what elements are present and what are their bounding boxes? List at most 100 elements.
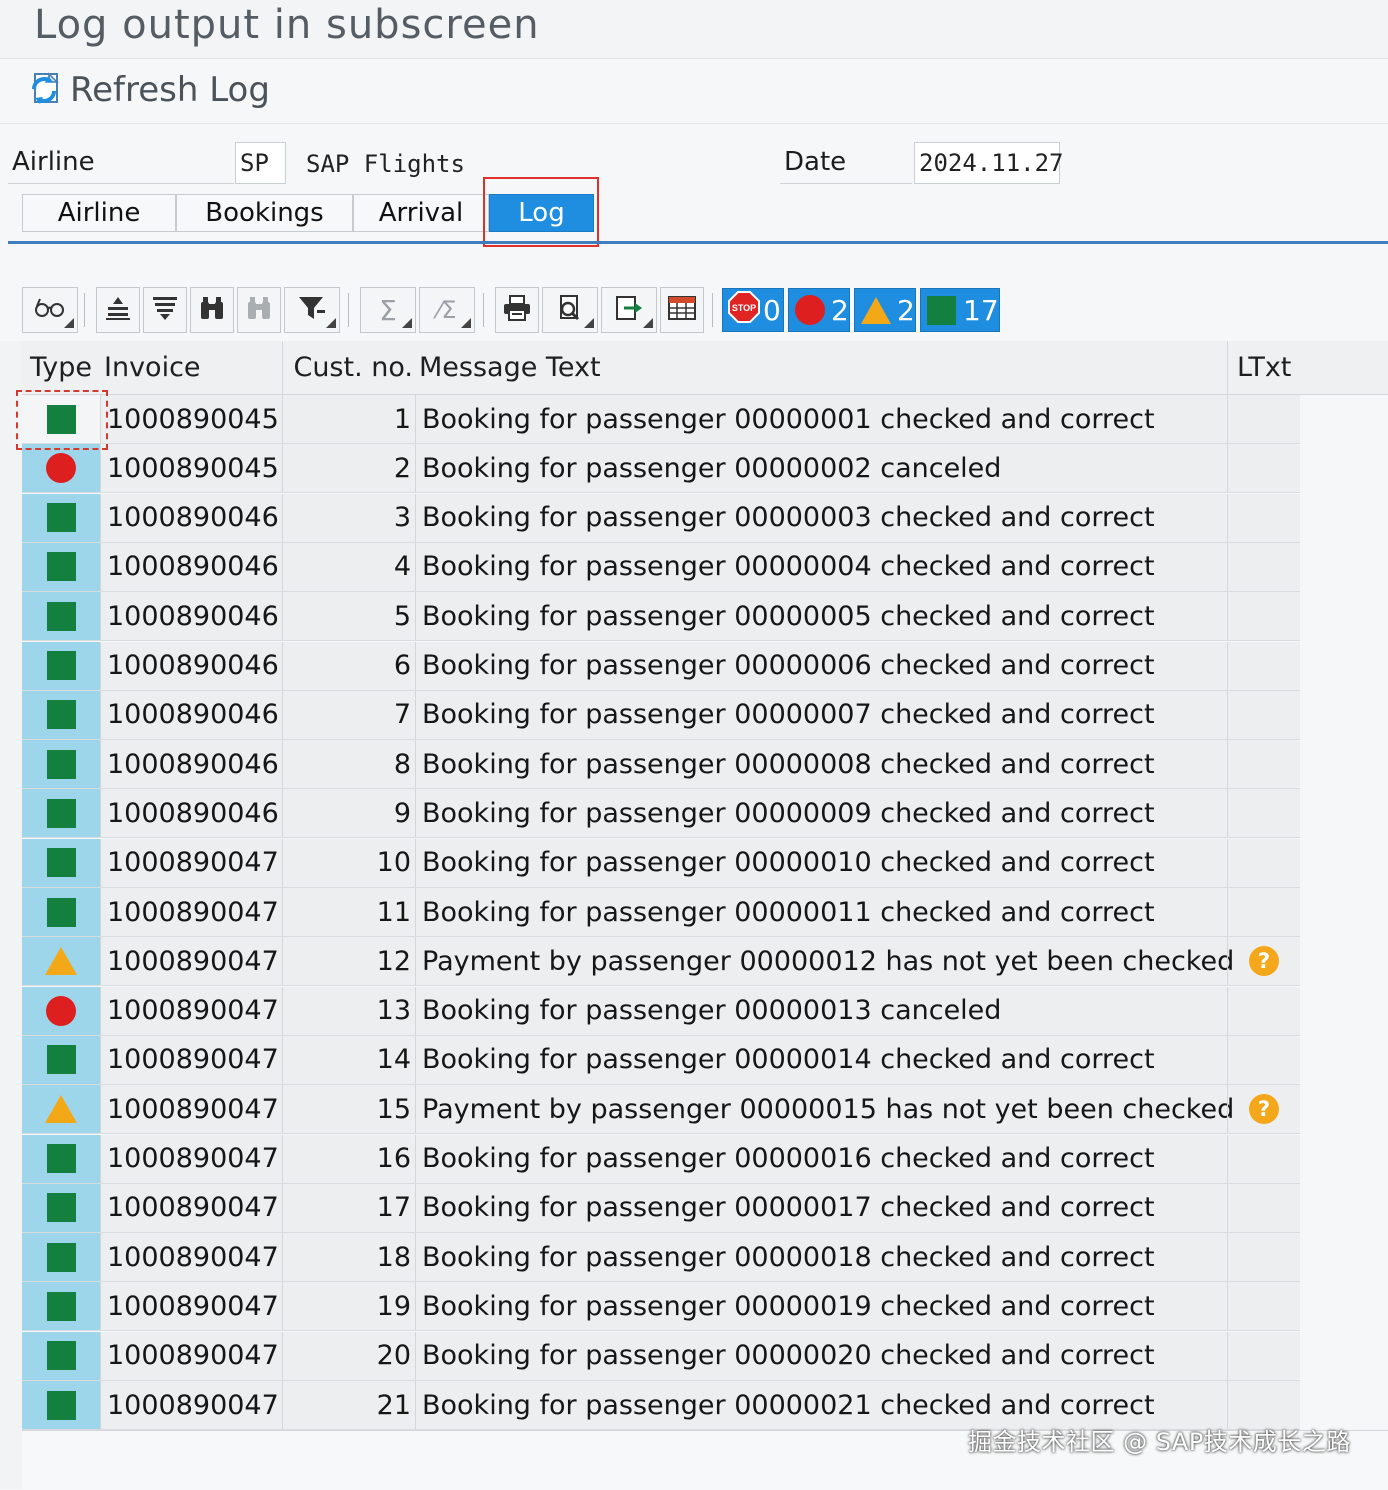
- type-cell[interactable]: [22, 986, 100, 1035]
- table-row[interactable]: 1000890045 2 Booking for passenger 0000000…: [22, 444, 1300, 494]
- type-cell[interactable]: [22, 444, 100, 493]
- type-cell[interactable]: [22, 1085, 100, 1134]
- filter-button[interactable]: [284, 287, 340, 333]
- success-count-button[interactable]: 17: [920, 288, 1000, 332]
- cust-no-cell[interactable]: 6: [282, 641, 415, 690]
- type-cell[interactable]: [22, 1282, 100, 1331]
- cust-no-cell[interactable]: 10: [282, 838, 415, 887]
- sort-ascending-button[interactable]: [96, 287, 140, 333]
- total-button[interactable]: Σ: [360, 287, 416, 333]
- tab-bookings[interactable]: Bookings: [176, 194, 353, 232]
- sort-descending-button[interactable]: [143, 287, 187, 333]
- invoice-cell[interactable]: 1000890047: [100, 1183, 282, 1232]
- find-button[interactable]: [190, 287, 234, 333]
- cust-no-cell[interactable]: 8: [282, 740, 415, 789]
- export-button[interactable]: [601, 287, 657, 333]
- table-row[interactable]: 1000890047 13 Booking for passenger 000000…: [22, 986, 1300, 1036]
- cust-no-cell[interactable]: 20: [282, 1331, 415, 1380]
- invoice-cell[interactable]: 1000890047: [100, 1331, 282, 1380]
- invoice-cell[interactable]: 1000890047: [100, 1035, 282, 1084]
- tab-arrival[interactable]: Arrival: [353, 194, 489, 232]
- table-row[interactable]: 1000890047 19 Booking for passenger 000000…: [22, 1282, 1300, 1332]
- table-row[interactable]: 1000890045 1 Booking for passenger 0000000…: [22, 395, 1300, 444]
- message-text-cell[interactable]: Payment by passenger 00000012 has not ye…: [415, 937, 1234, 986]
- invoice-cell[interactable]: 1000890047: [100, 937, 282, 986]
- cust-no-cell[interactable]: 16: [282, 1134, 415, 1183]
- ltxt-cell[interactable]: ?: [1227, 937, 1300, 986]
- warning-count-button[interactable]: 2: [854, 288, 916, 332]
- type-cell[interactable]: [22, 1233, 100, 1282]
- message-text-cell[interactable]: Booking for passenger 00000016 checked a…: [415, 1134, 1227, 1183]
- table-row[interactable]: 1000890047 18 Booking for passenger 000000…: [22, 1233, 1300, 1283]
- table-row[interactable]: 1000890047 14 Booking for passenger 000000…: [22, 1035, 1300, 1085]
- message-text-cell[interactable]: Booking for passenger 00000007 checked a…: [415, 690, 1227, 739]
- message-text-cell[interactable]: Booking for passenger 00000014 checked a…: [415, 1035, 1227, 1084]
- cust-no-cell[interactable]: 3: [282, 493, 415, 542]
- table-row[interactable]: 1000890047 12 Payment by passenger 0000001…: [22, 937, 1300, 987]
- message-text-cell[interactable]: Booking for passenger 00000009 checked a…: [415, 789, 1227, 838]
- invoice-cell[interactable]: 1000890047: [100, 1282, 282, 1331]
- cust-no-cell[interactable]: 2: [282, 444, 415, 493]
- type-cell[interactable]: [22, 493, 100, 542]
- airline-code-field[interactable]: SP: [235, 142, 286, 184]
- invoice-cell[interactable]: 1000890047: [100, 1233, 282, 1282]
- table-row[interactable]: 1000890047 17 Booking for passenger 000000…: [22, 1183, 1300, 1233]
- message-text-cell[interactable]: Booking for passenger 00000010 checked a…: [415, 838, 1227, 887]
- table-row[interactable]: 1000890047 20 Booking for passenger 000000…: [22, 1331, 1300, 1381]
- table-row[interactable]: 1000890046 3 Booking for passenger 0000000…: [22, 493, 1300, 543]
- column-header-invoice[interactable]: Invoice: [104, 341, 282, 394]
- table-row[interactable]: 1000890046 7 Booking for passenger 0000000…: [22, 690, 1300, 740]
- cust-no-cell[interactable]: 19: [282, 1282, 415, 1331]
- type-cell[interactable]: [22, 1134, 100, 1183]
- type-cell[interactable]: [22, 740, 100, 789]
- type-cell[interactable]: [22, 690, 100, 739]
- details-button[interactable]: [22, 287, 78, 333]
- cust-no-cell[interactable]: 11: [282, 888, 415, 936]
- invoice-cell[interactable]: 1000890047: [100, 1085, 282, 1134]
- message-text-cell[interactable]: Booking for passenger 00000003 checked a…: [415, 493, 1227, 542]
- invoice-cell[interactable]: 1000890046: [100, 789, 282, 838]
- cust-no-cell[interactable]: 5: [282, 592, 415, 641]
- cust-no-cell[interactable]: 21: [282, 1381, 415, 1429]
- invoice-cell[interactable]: 1000890046: [100, 690, 282, 739]
- type-cell[interactable]: [22, 1183, 100, 1232]
- message-text-cell[interactable]: Booking for passenger 00000001 checked a…: [415, 395, 1227, 443]
- type-cell[interactable]: [22, 1381, 100, 1429]
- cust-no-cell[interactable]: 17: [282, 1183, 415, 1232]
- cust-no-cell[interactable]: 7: [282, 690, 415, 739]
- type-cell[interactable]: [22, 641, 100, 690]
- invoice-cell[interactable]: 1000890047: [100, 986, 282, 1035]
- message-text-cell[interactable]: Booking for passenger 00000011 checked a…: [415, 888, 1227, 936]
- invoice-cell[interactable]: 1000890047: [100, 838, 282, 887]
- message-text-cell[interactable]: Booking for passenger 00000004 checked a…: [415, 542, 1227, 591]
- column-header-ltxt[interactable]: LTxt: [1227, 341, 1300, 394]
- type-cell[interactable]: [22, 395, 100, 443]
- print-button[interactable]: [495, 287, 539, 333]
- message-text-cell[interactable]: Booking for passenger 00000017 checked a…: [415, 1183, 1227, 1232]
- stop-count-button[interactable]: STOP 0: [722, 288, 784, 332]
- error-count-button[interactable]: 2: [788, 288, 850, 332]
- date-field[interactable]: 2024.11.27: [914, 142, 1064, 184]
- invoice-cell[interactable]: 1000890047: [100, 1134, 282, 1183]
- message-text-cell[interactable]: Booking for passenger 00000006 checked a…: [415, 641, 1227, 690]
- cust-no-cell[interactable]: 1: [282, 395, 415, 443]
- table-row[interactable]: 1000890046 6 Booking for passenger 0000000…: [22, 641, 1300, 691]
- find-next-button[interactable]: [237, 287, 281, 333]
- type-cell[interactable]: [22, 1331, 100, 1380]
- table-row[interactable]: 1000890046 9 Booking for passenger 0000000…: [22, 789, 1300, 839]
- invoice-cell[interactable]: 1000890046: [100, 641, 282, 690]
- table-row[interactable]: 1000890046 5 Booking for passenger 0000000…: [22, 592, 1300, 642]
- message-text-cell[interactable]: Booking for passenger 00000018 checked a…: [415, 1233, 1227, 1282]
- type-cell[interactable]: [22, 838, 100, 887]
- type-cell[interactable]: [22, 888, 100, 936]
- invoice-cell[interactable]: 1000890046: [100, 592, 282, 641]
- type-cell[interactable]: [22, 592, 100, 641]
- type-cell[interactable]: [22, 789, 100, 838]
- message-text-cell[interactable]: Booking for passenger 00000008 checked a…: [415, 740, 1227, 789]
- cust-no-cell[interactable]: 12: [282, 937, 415, 986]
- invoice-cell[interactable]: 1000890045: [100, 444, 282, 493]
- invoice-cell[interactable]: 1000890047: [100, 888, 282, 936]
- invoice-cell[interactable]: 1000890046: [100, 740, 282, 789]
- table-row[interactable]: 1000890047 15 Payment by passenger 0000001…: [22, 1085, 1300, 1135]
- invoice-cell[interactable]: 1000890046: [100, 542, 282, 591]
